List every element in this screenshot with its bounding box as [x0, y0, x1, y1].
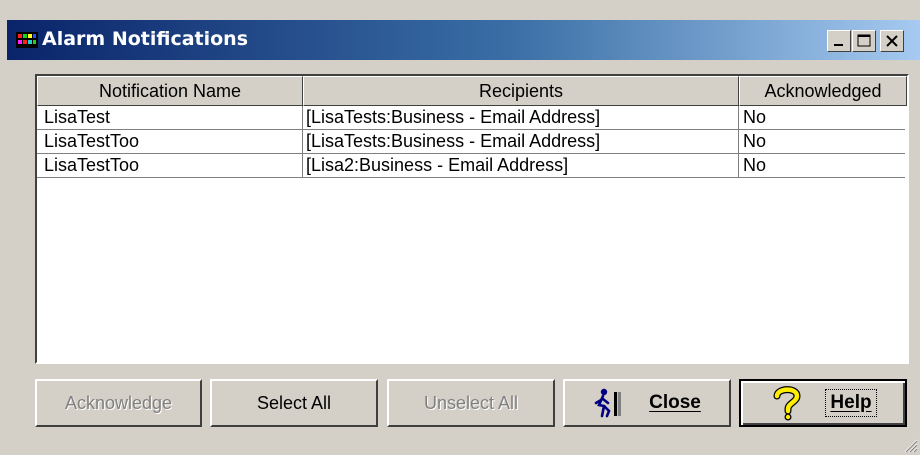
exit-running-man-icon [594, 388, 622, 418]
close-icon [886, 35, 898, 47]
close-button[interactable]: Close [563, 379, 731, 427]
notification-name-cell: LisaTestToo [37, 130, 303, 153]
recipients-cell: [LisaTests:Business - Email Address] [303, 130, 739, 153]
acknowledged-cell: No [743, 107, 767, 127]
help-button-label: Help [825, 389, 877, 417]
window-title: Alarm Notifications [42, 28, 249, 50]
table-row[interactable]: LisaTestToo [LisaTests:Business - Email … [37, 130, 905, 154]
select-all-button-label: Select All [256, 392, 332, 413]
list-header: Notification Name Recipients Acknowledge… [37, 76, 907, 106]
alarm-notifications-window: Alarm Notifications Notification Name Re… [0, 0, 920, 455]
select-all-button[interactable]: Select All [210, 379, 378, 427]
notification-name-cell: LisaTest [37, 106, 303, 129]
column-header-acknowledged[interactable]: Acknowledged [739, 76, 907, 106]
maximize-button[interactable] [852, 30, 876, 52]
minimize-icon [834, 44, 843, 46]
question-mark-icon [773, 386, 801, 421]
acknowledge-button[interactable]: Acknowledge [35, 379, 202, 427]
close-window-button[interactable] [880, 30, 904, 52]
acknowledge-button-label: Acknowledge [64, 392, 173, 413]
maximize-icon [857, 34, 871, 47]
minimize-button[interactable] [827, 30, 851, 52]
unselect-all-button[interactable]: Unselect All [387, 379, 555, 427]
acknowledged-cell: No [743, 155, 767, 175]
resize-grip-icon[interactable] [904, 439, 918, 453]
table-row[interactable]: LisaTestToo [Lisa2:Business - Email Addr… [37, 154, 905, 178]
recipients-cell: [LisaTests:Business - Email Address] [303, 106, 739, 129]
column-header-recipients[interactable]: Recipients [303, 76, 739, 106]
table-row[interactable]: LisaTest [LisaTests:Business - Email Add… [37, 106, 905, 130]
acknowledged-cell: No [743, 131, 767, 151]
notification-name-cell: LisaTestToo [37, 154, 303, 177]
close-button-label: Close [649, 392, 701, 413]
unselect-all-button-label: Unselect All [423, 392, 519, 413]
column-header-notification-name[interactable]: Notification Name [37, 76, 303, 106]
notifications-list[interactable]: Notification Name Recipients Acknowledge… [35, 74, 909, 364]
title-bar[interactable]: Alarm Notifications [7, 20, 920, 60]
help-button[interactable]: Help [739, 379, 907, 427]
recipients-cell: [Lisa2:Business - Email Address] [303, 154, 739, 177]
alarm-app-icon [16, 32, 38, 48]
